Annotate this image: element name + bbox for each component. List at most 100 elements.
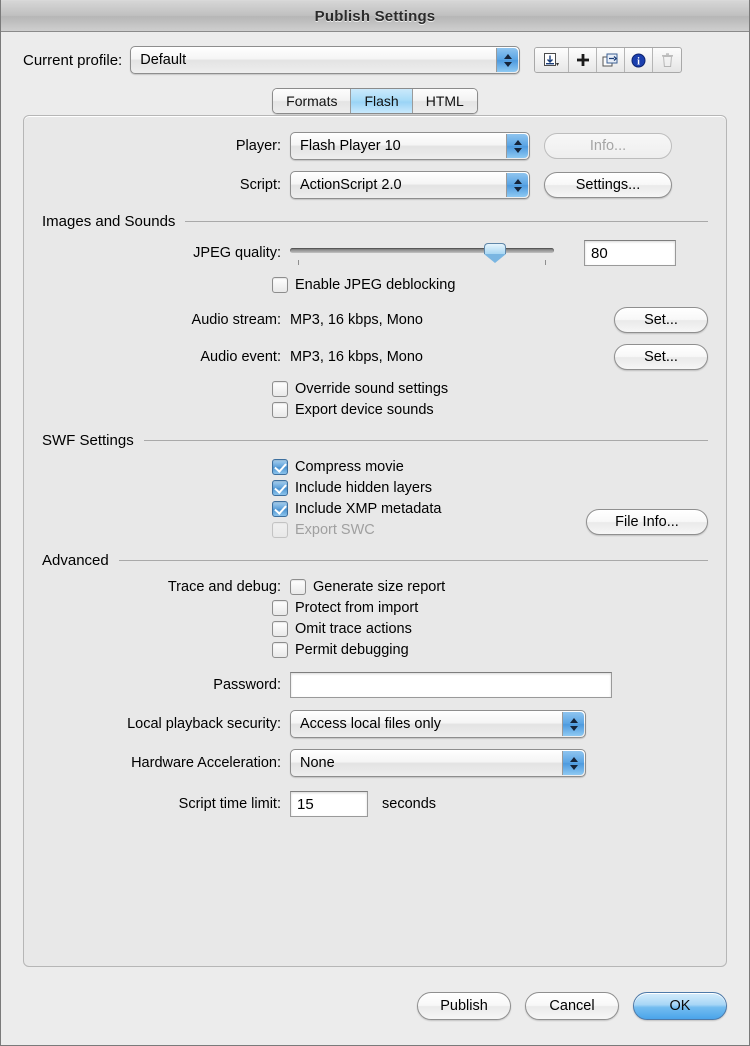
divider bbox=[185, 221, 708, 222]
jpeg-quality-input[interactable]: 80 bbox=[584, 240, 676, 266]
publish-settings-window: Publish Settings Current profile: Defaul… bbox=[0, 0, 750, 1046]
permit-debugging-checkbox[interactable] bbox=[272, 642, 288, 658]
slider-thumb[interactable] bbox=[483, 243, 506, 263]
omit-trace-actions-label: Omit trace actions bbox=[295, 621, 412, 637]
import-profile-icon[interactable] bbox=[535, 48, 570, 72]
chevron-updown-icon[interactable] bbox=[562, 712, 584, 736]
jpeg-quality-slider[interactable] bbox=[290, 241, 554, 265]
script-time-limit-unit: seconds bbox=[382, 796, 437, 812]
current-profile-label: Current profile: bbox=[23, 51, 123, 69]
swf-settings-group-header: SWF Settings bbox=[42, 432, 708, 449]
audio-stream-value: MP3, 16 kbps, Mono bbox=[290, 312, 423, 328]
ok-button[interactable]: OK bbox=[633, 992, 727, 1020]
tab-html[interactable]: HTML bbox=[412, 89, 477, 113]
permit-debugging-row[interactable]: Permit debugging bbox=[272, 642, 708, 658]
enable-jpeg-deblocking-checkbox[interactable] bbox=[272, 277, 288, 293]
protect-from-import-row[interactable]: Protect from import bbox=[272, 600, 708, 616]
audio-event-set-button[interactable]: Set... bbox=[614, 344, 708, 370]
chevron-updown-icon[interactable] bbox=[496, 48, 519, 72]
window-title: Publish Settings bbox=[314, 7, 436, 25]
advanced-title: Advanced bbox=[42, 552, 109, 569]
enable-jpeg-deblocking-row[interactable]: Enable JPEG deblocking bbox=[272, 277, 708, 293]
include-hidden-layers-checkbox[interactable] bbox=[272, 480, 288, 496]
local-playback-security-value: Access local files only bbox=[300, 716, 442, 732]
current-profile-combobox[interactable]: Default bbox=[130, 46, 521, 74]
include-hidden-layers-label: Include hidden layers bbox=[295, 480, 433, 496]
permit-debugging-label: Permit debugging bbox=[295, 642, 409, 658]
slider-tick-min bbox=[298, 260, 299, 265]
enable-jpeg-deblocking-label: Enable JPEG deblocking bbox=[295, 277, 456, 293]
override-sound-settings-checkbox[interactable] bbox=[272, 381, 288, 397]
profile-properties-icon[interactable]: i bbox=[625, 48, 654, 72]
local-playback-security-combobox[interactable]: Access local files only bbox=[290, 710, 586, 738]
omit-trace-actions-row[interactable]: Omit trace actions bbox=[272, 621, 708, 637]
omit-trace-actions-checkbox[interactable] bbox=[272, 621, 288, 637]
override-sound-settings-row[interactable]: Override sound settings bbox=[272, 381, 708, 397]
script-value: ActionScript 2.0 bbox=[300, 177, 402, 193]
title-bar: Publish Settings bbox=[1, 0, 749, 32]
local-playback-security-row: Local playback security: Access local fi… bbox=[42, 710, 708, 738]
hardware-acceleration-value: None bbox=[300, 755, 335, 771]
jpeg-quality-label: JPEG quality: bbox=[193, 245, 281, 261]
compress-movie-row[interactable]: Compress movie bbox=[272, 459, 708, 475]
hardware-acceleration-row: Hardware Acceleration: None bbox=[42, 749, 708, 777]
player-combobox[interactable]: Flash Player 10 bbox=[290, 132, 530, 160]
include-hidden-layers-row[interactable]: Include hidden layers bbox=[272, 480, 708, 496]
images-and-sounds-title: Images and Sounds bbox=[42, 213, 176, 230]
password-label: Password: bbox=[213, 677, 281, 693]
compress-movie-label: Compress movie bbox=[295, 459, 404, 475]
export-device-sounds-checkbox[interactable] bbox=[272, 402, 288, 418]
include-xmp-metadata-checkbox[interactable] bbox=[272, 501, 288, 517]
audio-event-value: MP3, 16 kbps, Mono bbox=[290, 349, 423, 365]
audio-event-label: Audio event: bbox=[200, 349, 281, 365]
tab-formats[interactable]: Formats bbox=[273, 89, 352, 113]
protect-from-import-label: Protect from import bbox=[295, 600, 419, 616]
script-combobox[interactable]: ActionScript 2.0 bbox=[290, 171, 530, 199]
generate-size-report-checkbox[interactable] bbox=[290, 579, 306, 595]
divider bbox=[143, 440, 708, 441]
export-swc-label: Export SWC bbox=[295, 522, 375, 538]
trace-and-debug-label: Trace and debug: bbox=[167, 579, 281, 595]
export-device-sounds-label: Export device sounds bbox=[295, 402, 434, 418]
current-profile-value: Default bbox=[140, 52, 187, 68]
swf-settings-title: SWF Settings bbox=[42, 432, 134, 449]
tab-bar: Formats Flash HTML bbox=[1, 88, 749, 114]
chevron-updown-icon[interactable] bbox=[562, 751, 584, 775]
script-time-limit-input[interactable]: 15 bbox=[290, 791, 368, 817]
duplicate-profile-icon[interactable] bbox=[597, 48, 626, 72]
current-profile-row: Current profile: Default i bbox=[23, 32, 749, 74]
generate-size-report-label: Generate size report bbox=[313, 579, 446, 595]
svg-text:i: i bbox=[637, 56, 640, 67]
audio-stream-row: Audio stream: MP3, 16 kbps, Mono Set... bbox=[42, 307, 708, 333]
slider-track[interactable] bbox=[290, 248, 554, 253]
player-info-button: Info... bbox=[544, 133, 672, 159]
dialog-footer: Publish Cancel OK bbox=[1, 967, 749, 1045]
delete-profile-icon bbox=[653, 48, 682, 72]
script-settings-button[interactable]: Settings... bbox=[544, 172, 672, 198]
cancel-button[interactable]: Cancel bbox=[525, 992, 619, 1020]
generate-size-report-row[interactable]: Trace and debug: Generate size report bbox=[42, 579, 708, 595]
script-time-limit-label: Script time limit: bbox=[178, 796, 281, 812]
flash-settings-panel: Player: Flash Player 10 Info... Script: … bbox=[23, 115, 727, 967]
slider-tick-max bbox=[545, 260, 546, 265]
protect-from-import-checkbox[interactable] bbox=[272, 600, 288, 616]
export-device-sounds-row[interactable]: Export device sounds bbox=[272, 402, 708, 418]
script-row: Script: ActionScript 2.0 Settings... bbox=[42, 171, 708, 199]
chevron-updown-icon[interactable] bbox=[506, 173, 528, 197]
audio-stream-set-button[interactable]: Set... bbox=[614, 307, 708, 333]
chevron-updown-icon[interactable] bbox=[506, 134, 528, 158]
jpeg-quality-row: JPEG quality: 80 bbox=[42, 240, 708, 266]
add-profile-icon[interactable] bbox=[569, 48, 598, 72]
file-info-button[interactable]: File Info... bbox=[586, 509, 708, 535]
script-time-limit-row: Script time limit: 15 seconds bbox=[42, 791, 708, 817]
compress-movie-checkbox[interactable] bbox=[272, 459, 288, 475]
publish-button[interactable]: Publish bbox=[417, 992, 511, 1020]
hardware-acceleration-combobox[interactable]: None bbox=[290, 749, 586, 777]
hardware-acceleration-label: Hardware Acceleration: bbox=[131, 755, 281, 771]
profile-toolbar: i bbox=[534, 47, 683, 73]
player-row: Player: Flash Player 10 Info... bbox=[42, 132, 708, 160]
tab-flash[interactable]: Flash bbox=[351, 89, 413, 113]
player-label: Player: bbox=[235, 138, 281, 154]
password-input[interactable] bbox=[290, 672, 612, 698]
local-playback-security-label: Local playback security: bbox=[127, 716, 281, 732]
